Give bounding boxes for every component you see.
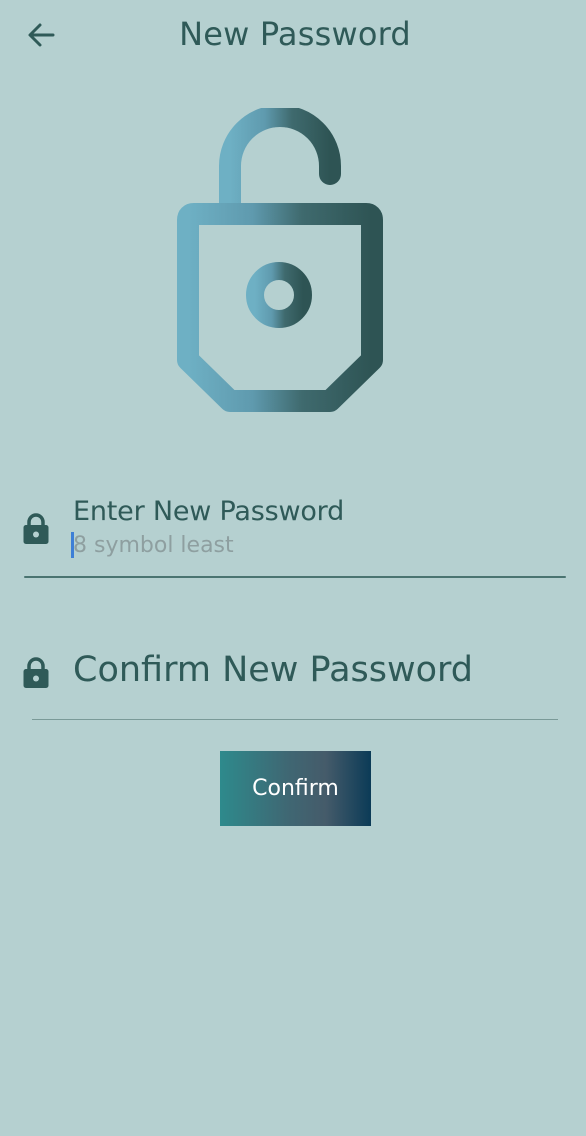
new-password-label: Enter New Password	[73, 496, 345, 527]
text-cursor	[71, 532, 74, 558]
new-password-field: Enter New Password	[0, 490, 586, 582]
lock-icon	[23, 657, 49, 688]
new-password-underline	[24, 576, 566, 578]
lock-icon	[23, 513, 49, 544]
confirm-password-field	[0, 636, 586, 726]
page-title: New Password	[179, 15, 411, 53]
confirm-button[interactable]: Confirm	[220, 751, 371, 826]
confirm-password-underline	[32, 719, 558, 720]
confirm-password-input[interactable]	[73, 646, 563, 694]
app-header: New Password	[0, 0, 586, 70]
unlocked-padlock-icon	[160, 105, 400, 424]
new-password-input[interactable]	[73, 530, 553, 560]
